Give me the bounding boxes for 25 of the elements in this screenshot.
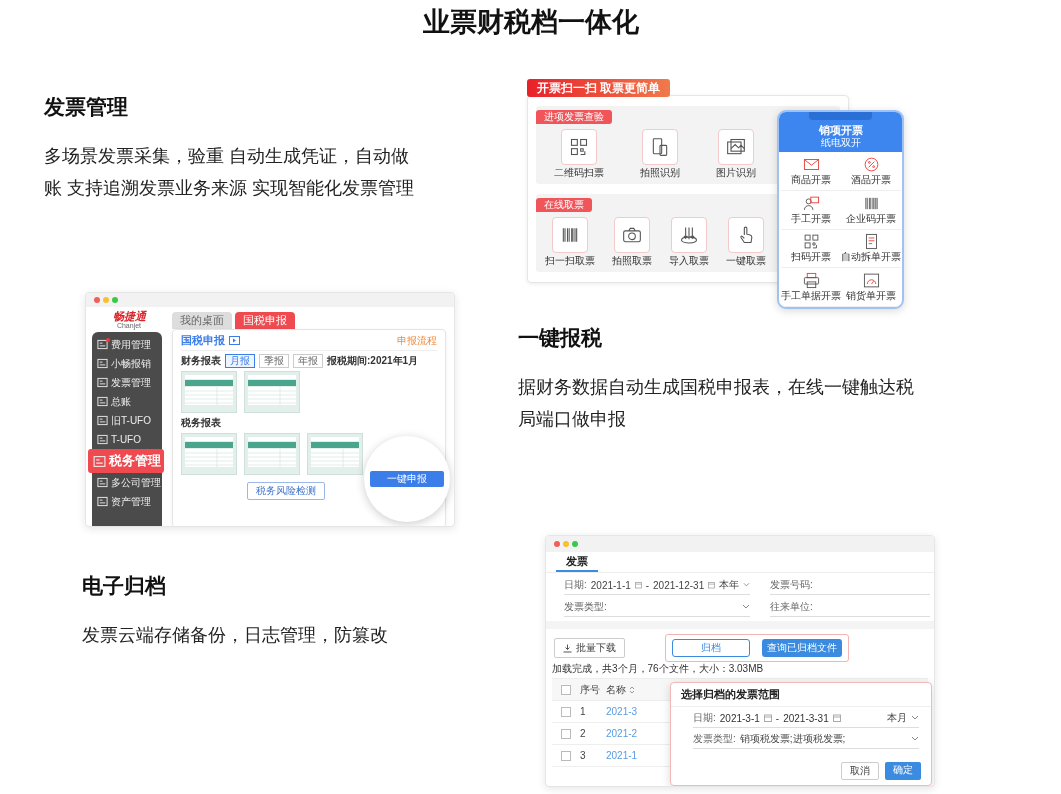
phone-title: 销项开票 [818,124,863,137]
panel-title: 国税申报 [181,333,225,348]
period-text: 报税期间:2021年1月 [327,354,419,368]
column-header: 序号 [580,682,601,697]
section-heading: 电子归档 [82,573,167,599]
section-description: 多场景发票采集，验重 自动生成凭证，自动做账 支持追溯发票业务来源 实现智能化发票管理 [44,145,415,200]
section-label: 在线取票 [536,198,592,212]
table-cell-text: 1 [580,706,587,717]
section-label: 财务报表 [181,354,221,368]
logo: 畅捷通 [112,310,146,322]
table-cell-text: 3 [580,750,587,761]
section-description: 发票云端存储备份，日志管理，防篡改 [82,624,389,647]
section-label: 税务报表 [181,416,221,430]
section-heading: 发票管理 [44,94,129,120]
date-separator: - [645,579,650,591]
dialog-title: 选择归档的发票范围 [671,683,931,707]
banner: 开票扫一扫 取票更简单 [527,79,671,97]
date-separator: - [775,712,780,724]
phone-subtitle: 纸电双开 [820,137,861,149]
page-title: 业票财税档一体化 [421,6,640,38]
section-heading: 一键报税 [518,325,603,351]
section-description: 据财务数据自动生成国税申报表，在线一键触达税局端口做申报 [518,376,915,431]
section-label: 进项发票查验 [536,110,612,124]
table-cell-text: 2 [580,728,587,739]
status-text: 加载完成，共3个月，76个文件，大小：3.03MB [551,662,765,676]
